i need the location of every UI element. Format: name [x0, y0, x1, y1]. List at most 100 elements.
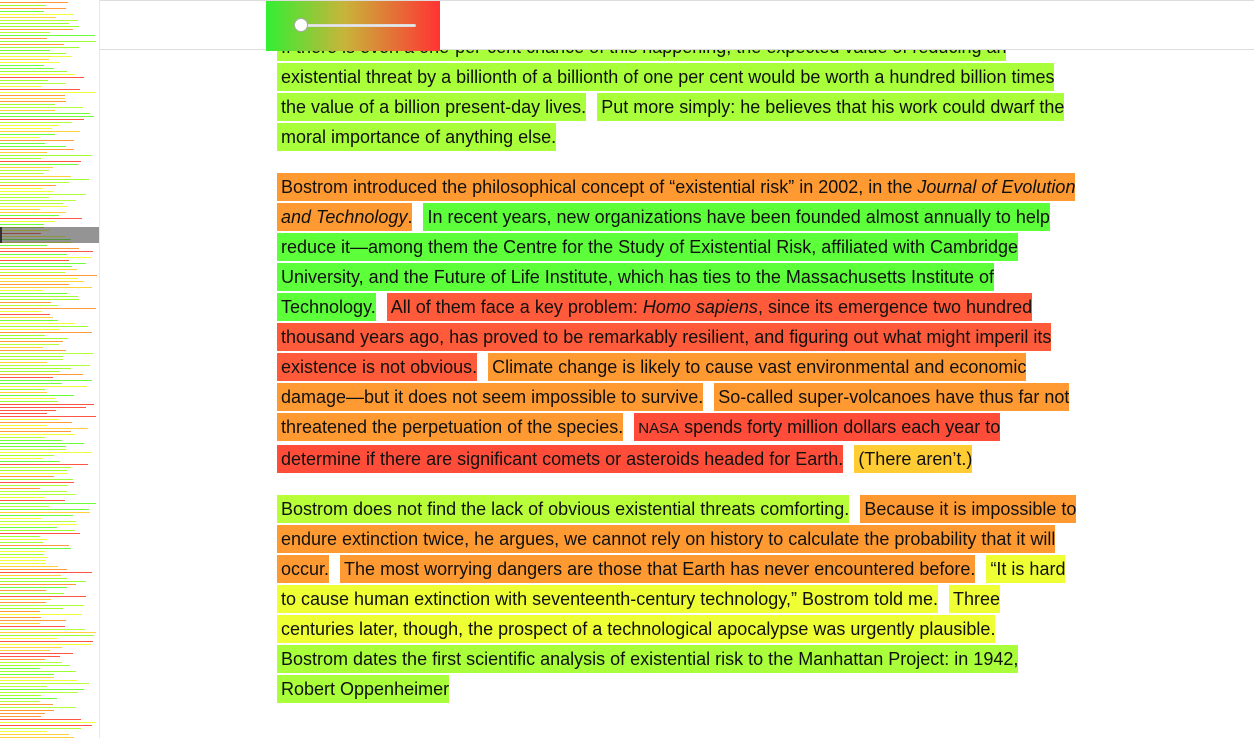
minimap-line: [0, 167, 53, 168]
minimap-line: [0, 560, 46, 561]
minimap-line: [0, 47, 79, 48]
minimap-line: [0, 404, 94, 405]
minimap-line: [0, 377, 53, 378]
minimap-line: [0, 131, 80, 132]
minimap-line: [0, 104, 55, 105]
minimap-line: [0, 401, 58, 402]
minimap-line: [0, 83, 66, 84]
minimap-line: [0, 218, 82, 219]
highlighted-sentence[interactable]: Bostrom does not find the lack of obviou…: [277, 495, 850, 523]
minimap-line: [0, 536, 40, 537]
minimap-line: [0, 89, 80, 90]
minimap-line: [0, 473, 68, 474]
minimap-line: [0, 257, 92, 258]
minimap-line: [0, 668, 40, 669]
minimap-line: [0, 281, 84, 282]
highlighted-sentence[interactable]: The most worrying dangers are those that…: [340, 555, 976, 583]
document-minimap[interactable]: [0, 0, 100, 738]
minimap-line: [0, 437, 45, 438]
sentence-text: NASA: [638, 420, 680, 437]
sentence-text: Bostrom does not find the lack of obviou…: [281, 499, 850, 519]
minimap-line: [0, 353, 93, 354]
minimap-line: [0, 287, 92, 288]
minimap-line: [0, 482, 74, 483]
minimap-line: [0, 434, 75, 435]
minimap-line: [0, 539, 47, 540]
minimap-line: [0, 728, 81, 729]
threshold-slider-thumb[interactable]: [294, 18, 309, 32]
minimap-line: [0, 113, 90, 114]
minimap-line: [0, 344, 59, 345]
minimap-line: [0, 419, 59, 420]
minimap-line: [0, 458, 43, 459]
minimap-line: [0, 119, 84, 120]
minimap-line: [0, 74, 75, 75]
minimap-line: [0, 254, 67, 255]
minimap-line: [0, 263, 86, 264]
minimap-line: [0, 575, 61, 576]
minimap-line: [0, 464, 88, 465]
minimap-line: [0, 449, 66, 450]
minimap-line: [0, 722, 96, 723]
minimap-line: [0, 299, 79, 300]
minimap-line: [0, 497, 45, 498]
minimap-line: [0, 149, 74, 150]
minimap-line: [0, 11, 44, 12]
minimap-line: [0, 650, 50, 651]
minimap-line: [0, 596, 86, 597]
minimap-line: [0, 554, 44, 555]
minimap-line: [0, 440, 62, 441]
highlighted-sentence[interactable]: (There aren’t.): [854, 445, 973, 473]
minimap-line: [0, 647, 62, 648]
minimap-line: [0, 452, 92, 453]
threshold-slider-track[interactable]: [294, 24, 416, 27]
sentence-text: The most worrying dangers are those that…: [344, 559, 976, 579]
minimap-line: [0, 260, 69, 261]
minimap-line: [0, 476, 54, 477]
top-toolbar: [100, 0, 1254, 51]
minimap-line: [0, 428, 88, 429]
minimap-line: [0, 272, 65, 273]
minimap-line: [0, 626, 65, 627]
minimap-line: [0, 485, 68, 486]
minimap-line: [0, 389, 45, 390]
minimap-line: [0, 71, 67, 72]
minimap-line: [0, 374, 83, 375]
minimap-line: [0, 602, 46, 603]
minimap-line: [0, 155, 92, 156]
minimap-line: [0, 710, 54, 711]
minimap-line: [0, 41, 96, 42]
minimap-line: [0, 614, 82, 615]
minimap-line: [0, 14, 74, 15]
minimap-line: [0, 191, 53, 192]
minimap-line: [0, 62, 60, 63]
minimap-line: [0, 578, 67, 579]
minimap-line: [0, 203, 63, 204]
minimap-line: [0, 605, 84, 606]
minimap-line: [0, 479, 73, 480]
minimap-line: [0, 416, 96, 417]
minimap-line: [0, 380, 92, 381]
minimap-line: [0, 542, 43, 543]
minimap-line: [0, 584, 76, 585]
highlighted-sentence[interactable]: Bostrom dates the first scientific analy…: [277, 645, 1019, 703]
minimap-line: [0, 410, 56, 411]
minimap-line: [0, 164, 78, 165]
minimap-line: [0, 569, 67, 570]
minimap-line: [0, 44, 64, 45]
minimap-line: [0, 185, 56, 186]
minimap-line: [0, 224, 44, 225]
minimap-line: [0, 95, 65, 96]
minimap-line: [0, 77, 84, 78]
minimap-line: [0, 674, 54, 675]
minimap-line: [0, 305, 58, 306]
minimap-line: [0, 107, 83, 108]
minimap-line: [0, 17, 56, 18]
minimap-line: [0, 443, 84, 444]
minimap-line: [0, 86, 42, 87]
minimap-line: [0, 98, 65, 99]
minimap-line: [0, 146, 66, 147]
minimap-viewport-indicator[interactable]: [0, 227, 99, 243]
minimap-line: [0, 206, 68, 207]
minimap-line: [0, 320, 58, 321]
